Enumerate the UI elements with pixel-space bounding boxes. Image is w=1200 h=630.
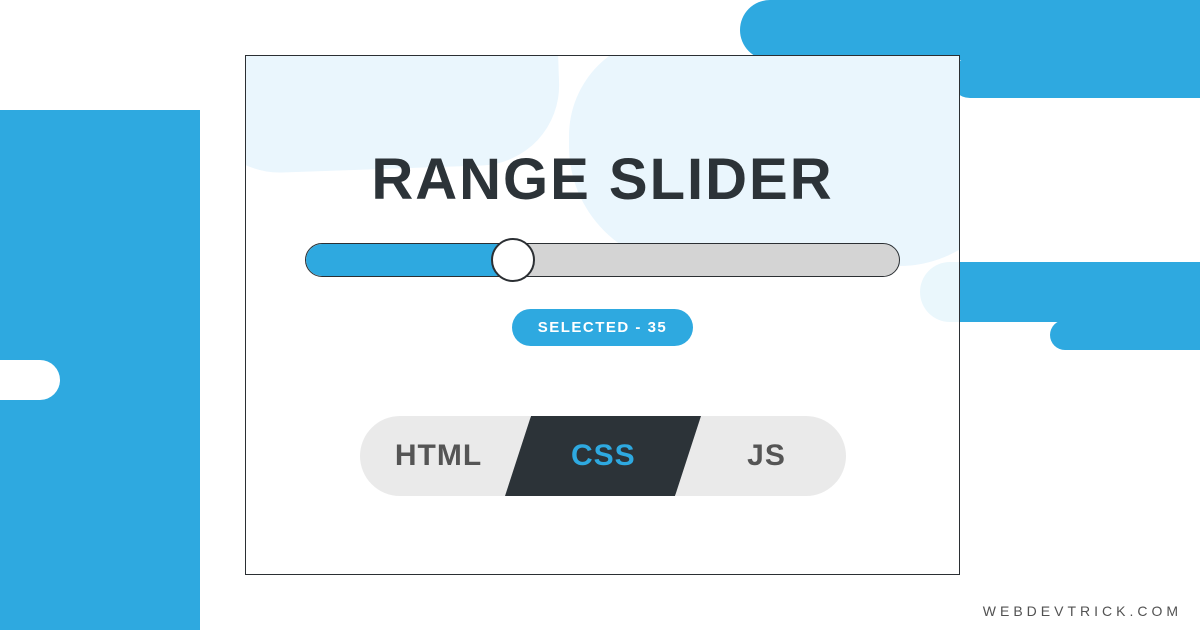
tab-css[interactable]: CSS	[505, 416, 701, 496]
tab-label: HTML	[395, 439, 482, 473]
bg-shape-mid-right	[920, 262, 1200, 322]
demo-card: RANGE SLIDER SELECTED - 35 HTML CSS	[245, 55, 960, 575]
tech-tabs: HTML CSS JS	[360, 416, 846, 496]
tab-label: JS	[747, 439, 786, 473]
bg-shape-top-right-small	[950, 58, 1200, 98]
bg-shape-top-right	[740, 0, 1200, 60]
bg-shape-mid-right-small	[1050, 320, 1200, 350]
tab-js[interactable]: JS	[676, 416, 846, 496]
bg-shape-left-notch	[0, 360, 60, 400]
site-watermark: WEBDEVTRICK.COM	[983, 603, 1182, 619]
range-slider[interactable]	[305, 243, 900, 277]
slider-track[interactable]	[305, 243, 900, 277]
tab-label: CSS	[570, 439, 635, 473]
slider-fill	[306, 244, 514, 276]
tab-html[interactable]: HTML	[360, 416, 530, 496]
selected-value-pill: SELECTED - 35	[512, 309, 694, 346]
slider-thumb[interactable]	[491, 238, 535, 282]
page-title: RANGE SLIDER	[296, 146, 909, 213]
